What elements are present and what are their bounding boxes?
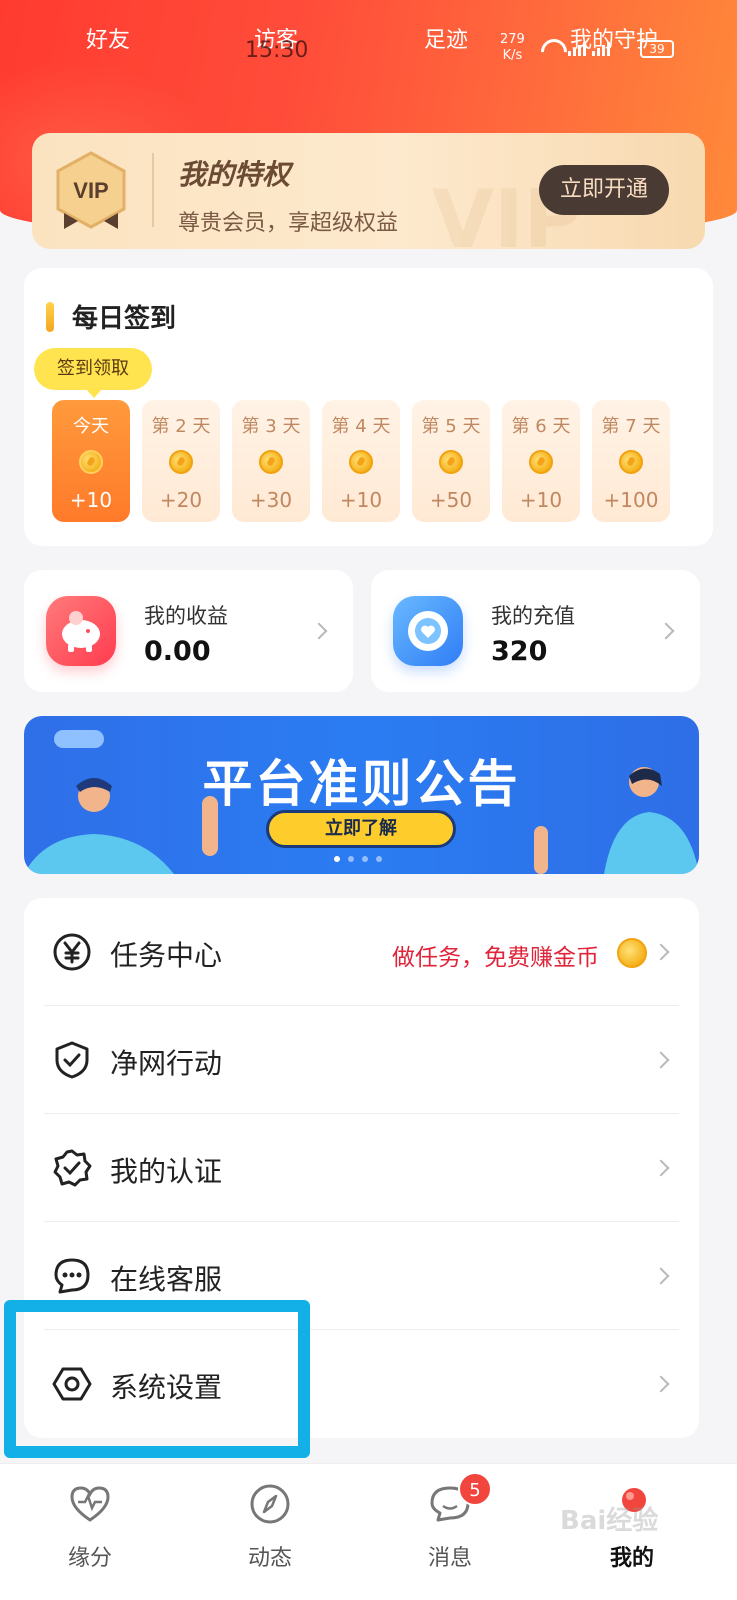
signal-icon bbox=[568, 38, 586, 56]
menu-label: 在线客服 bbox=[110, 1263, 223, 1296]
day-label: 第 4 天 bbox=[331, 416, 391, 437]
compass-icon bbox=[250, 1484, 290, 1524]
checkin-day-7[interactable]: 第 7 天 +100 bbox=[592, 400, 670, 522]
checkin-day-3[interactable]: 第 3 天 +30 bbox=[232, 400, 310, 522]
status-icons bbox=[540, 38, 610, 56]
tab-label: 缘分 bbox=[67, 1546, 112, 1571]
wifi-icon bbox=[540, 39, 562, 55]
battery-icon: 39 bbox=[640, 40, 674, 58]
daily-checkin-card: 每日签到 签到领取 今天 +10 第 2 天 +20 第 3 天 +30 第 4… bbox=[24, 268, 713, 546]
coin-icon bbox=[619, 450, 643, 474]
day-points: +10 bbox=[69, 488, 113, 512]
day-points: +50 bbox=[429, 488, 473, 512]
coin-icon bbox=[439, 450, 463, 474]
day-label: 今天 bbox=[73, 416, 109, 437]
chevron-right-icon bbox=[652, 1051, 670, 1069]
coin-icon bbox=[617, 938, 647, 968]
chat-bubble-icon bbox=[54, 1258, 90, 1294]
status-bar: 15:30 279 K/s 39 bbox=[0, 30, 737, 70]
checkin-day-1[interactable]: 今天 +10 bbox=[52, 400, 130, 522]
tab-label: 消息 bbox=[427, 1546, 472, 1571]
vip-badge-icon: VIP bbox=[56, 151, 126, 229]
unread-badge: 5 bbox=[458, 1472, 492, 1506]
vip-open-button[interactable]: 立即开通 bbox=[539, 165, 669, 215]
watermark: Bai经验 bbox=[560, 1506, 659, 1536]
tab-messages[interactable]: 5 消息 bbox=[390, 1472, 510, 1584]
coin-icon bbox=[79, 450, 103, 474]
vip-title: 我的特权 bbox=[178, 158, 291, 191]
svg-text:VIP: VIP bbox=[73, 178, 108, 203]
menu-item-task-center[interactable]: 任务中心 做任务，免费赚金币 bbox=[24, 898, 699, 1006]
recharge-icon bbox=[393, 596, 463, 666]
day-points: +20 bbox=[159, 488, 203, 512]
day-label: 第 2 天 bbox=[151, 416, 211, 437]
menu-item-net-clean[interactable]: 净网行动 bbox=[24, 1006, 699, 1114]
announcement-banner[interactable]: 平台准则公告 立即了解 bbox=[24, 716, 699, 874]
menu-label: 任务中心 bbox=[110, 939, 223, 972]
coin-icon bbox=[169, 450, 193, 474]
vip-subtitle: 尊贵会员，享超级权益 bbox=[178, 211, 399, 236]
coin-icon bbox=[259, 450, 283, 474]
checkin-day-6[interactable]: 第 6 天 +10 bbox=[502, 400, 580, 522]
badge-check-icon bbox=[53, 1149, 92, 1187]
coin-icon bbox=[349, 450, 373, 474]
tab-label: 动态 bbox=[247, 1546, 292, 1571]
income-label: 我的收益 bbox=[144, 604, 228, 628]
piggy-bank-icon bbox=[46, 596, 116, 666]
income-value: 0.00 bbox=[144, 636, 211, 667]
day-label: 第 5 天 bbox=[421, 416, 481, 437]
day-label: 第 6 天 bbox=[511, 416, 571, 437]
chevron-right-icon bbox=[310, 622, 328, 640]
banner-learn-more-button[interactable]: 立即了解 bbox=[266, 810, 456, 848]
vip-divider bbox=[152, 153, 154, 227]
task-promo-text: 做任务，免费赚金币 bbox=[392, 945, 599, 971]
checkin-day-5[interactable]: 第 5 天 +50 bbox=[412, 400, 490, 522]
day-points: +100 bbox=[603, 488, 659, 512]
day-points: +10 bbox=[519, 488, 563, 512]
checkin-day-2[interactable]: 第 2 天 +20 bbox=[142, 400, 220, 522]
recharge-label: 我的充值 bbox=[491, 604, 575, 628]
checkin-tip: 签到领取 bbox=[34, 348, 152, 398]
chevron-right-icon bbox=[652, 1267, 670, 1285]
banner-title: 平台准则公告 bbox=[202, 755, 521, 813]
status-time: 15:30 bbox=[245, 38, 309, 63]
checkin-day-4[interactable]: 第 4 天 +10 bbox=[322, 400, 400, 522]
tab-fate[interactable]: 缘分 bbox=[30, 1474, 150, 1584]
chevron-right-icon bbox=[652, 1159, 670, 1177]
title-accent bbox=[46, 302, 54, 332]
day-points: +30 bbox=[249, 488, 293, 512]
day-label: 第 7 天 bbox=[601, 416, 661, 437]
signal-icon-2 bbox=[592, 38, 610, 56]
day-label: 第 3 天 bbox=[241, 416, 301, 437]
day-points: +10 bbox=[339, 488, 383, 512]
shield-check-icon bbox=[55, 1041, 89, 1079]
network-speed: 279 K/s bbox=[500, 32, 525, 63]
yen-icon bbox=[53, 933, 91, 971]
chevron-right-icon bbox=[652, 943, 670, 961]
menu-item-verification[interactable]: 我的认证 bbox=[24, 1114, 699, 1222]
vip-card[interactable]: VIP VIP 我的特权 尊贵会员，享超级权益 立即开通 bbox=[32, 133, 705, 266]
my-recharge-card[interactable]: 我的充值 320 bbox=[371, 570, 700, 692]
chevron-right-icon bbox=[657, 622, 675, 640]
chevron-right-icon bbox=[652, 1375, 670, 1393]
highlight-box bbox=[4, 1300, 310, 1458]
carousel-dots bbox=[334, 856, 382, 862]
my-income-card[interactable]: 我的收益 0.00 bbox=[24, 570, 353, 692]
menu-label: 净网行动 bbox=[110, 1047, 223, 1080]
tab-moments[interactable]: 动态 bbox=[210, 1474, 330, 1584]
heart-pulse-icon bbox=[70, 1486, 110, 1522]
tab-label: 我的 bbox=[609, 1546, 654, 1571]
coin-icon bbox=[529, 450, 553, 474]
recharge-value: 320 bbox=[491, 636, 548, 667]
menu-label: 我的认证 bbox=[110, 1155, 223, 1188]
checkin-title: 每日签到 bbox=[72, 304, 177, 334]
